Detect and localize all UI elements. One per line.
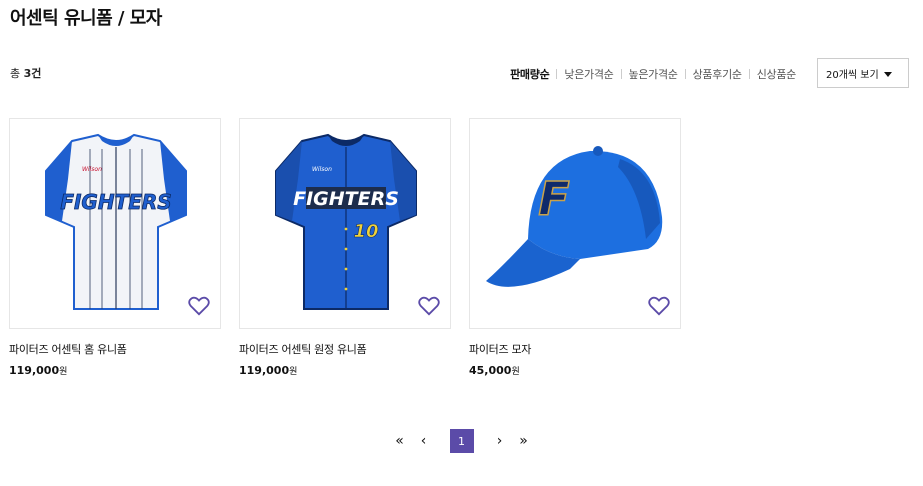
product-name[interactable]: 파이터즈 어센틱 원정 유니폼	[239, 341, 451, 357]
product-card[interactable]: F 파이터즈 모자 45,000원	[469, 118, 681, 377]
heart-icon[interactable]	[418, 296, 440, 316]
product-grid: FIGHTERS Wilson 파이터즈 어센틱 홈 유니폼 119,000원 …	[9, 118, 699, 377]
price-currency: 원	[59, 367, 68, 377]
price-currency: 원	[511, 367, 520, 377]
price-value: 45,000	[469, 364, 512, 377]
prev-page-button[interactable]: ‹	[412, 429, 436, 453]
product-price: 45,000원	[469, 364, 681, 377]
cap-logo: F	[538, 172, 569, 226]
sort-bar: 판매량순 낮은가격순 높은가격순 상품후기순 신상품순	[503, 66, 803, 82]
sort-reviews[interactable]: 상품후기순	[686, 66, 749, 82]
product-price: 119,000원	[9, 364, 221, 377]
jersey-wordmark: FIGHTERS	[60, 190, 171, 214]
brand-logo: Wilson	[312, 166, 332, 173]
product-card[interactable]: FIGHTERS Wilson 파이터즈 어센틱 홈 유니폼 119,000원	[9, 118, 221, 377]
sort-high-price[interactable]: 높은가격순	[622, 66, 685, 82]
per-page-select[interactable]: 20개씩 보기	[817, 58, 909, 88]
page-title: 어센틱 유니폼 / 모자	[10, 8, 162, 29]
product-price: 119,000원	[239, 364, 451, 377]
price-value: 119,000	[239, 364, 290, 377]
caret-down-icon	[884, 72, 892, 77]
brand-logo: Wilson	[82, 166, 102, 173]
product-card[interactable]: FIGHTERS 10 Wilson 파이터즈 어센틱 원정 유니폼 119,0…	[239, 118, 451, 377]
pagination: « ‹ 1 › »	[0, 429, 923, 453]
first-page-button[interactable]: «	[388, 429, 412, 453]
heart-icon[interactable]	[188, 296, 210, 316]
sort-best-selling[interactable]: 판매량순	[503, 66, 556, 82]
per-page-value: 20개씩 보기	[826, 69, 879, 81]
page-number-current[interactable]: 1	[449, 429, 474, 453]
total-prefix: 총	[10, 67, 24, 80]
product-image[interactable]: FIGHTERS Wilson	[9, 118, 221, 329]
product-name[interactable]: 파이터즈 어센틱 홈 유니폼	[9, 341, 221, 357]
next-page-button[interactable]: ›	[488, 429, 512, 453]
price-currency: 원	[289, 367, 298, 377]
product-image[interactable]: F	[469, 118, 681, 329]
total-value: 3건	[23, 67, 42, 80]
heart-icon[interactable]	[648, 296, 670, 316]
sort-low-price[interactable]: 낮은가격순	[557, 66, 620, 82]
jersey-number: 10	[353, 221, 378, 242]
jersey-wordmark: FIGHTERS	[293, 188, 399, 210]
price-value: 119,000	[9, 364, 60, 377]
product-image[interactable]: FIGHTERS 10 Wilson	[239, 118, 451, 329]
total-count: 총 3건	[10, 65, 41, 81]
product-name[interactable]: 파이터즈 모자	[469, 341, 681, 357]
sort-newest[interactable]: 신상품순	[750, 66, 803, 82]
last-page-button[interactable]: »	[512, 429, 536, 453]
